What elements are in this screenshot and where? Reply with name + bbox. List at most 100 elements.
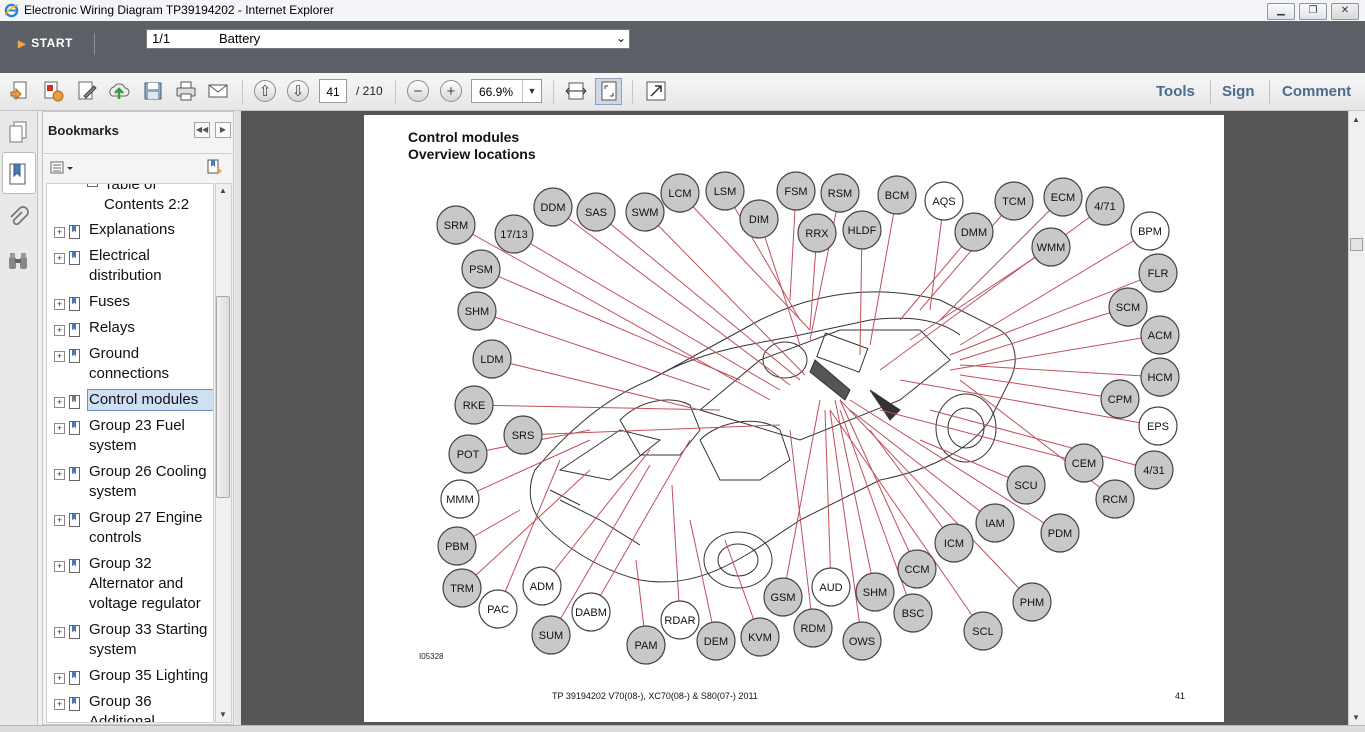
- expand-icon[interactable]: +: [54, 397, 65, 408]
- figure-id: I05328: [419, 652, 444, 661]
- start-button[interactable]: ▶ START: [18, 36, 73, 50]
- bookmark-icon: [69, 671, 80, 685]
- print-icon[interactable]: [175, 80, 197, 102]
- zoom-value: 66.9%: [479, 85, 514, 99]
- fit-width-icon[interactable]: [565, 80, 587, 102]
- pdf-page: [364, 115, 1224, 722]
- close-button[interactable]: ✕: [1331, 3, 1359, 20]
- scroll-up-icon[interactable]: ▲: [219, 186, 227, 195]
- toolbar-divider: [242, 80, 243, 104]
- restore-button[interactable]: ❐: [1299, 3, 1327, 20]
- bookmark-options-icon[interactable]: [50, 160, 74, 176]
- scroll-down-icon[interactable]: ▼: [1352, 713, 1360, 722]
- expand-bookmark-icon[interactable]: [206, 158, 224, 176]
- scroll-down-icon[interactable]: ▼: [219, 710, 227, 719]
- toolbar-divider: [553, 80, 554, 104]
- expand-icon[interactable]: +: [54, 515, 65, 526]
- internet-explorer-icon: [4, 3, 19, 18]
- select-name: Battery: [219, 31, 261, 46]
- page-thumbnails-icon[interactable]: [6, 120, 30, 144]
- bookmark-icon: [69, 559, 80, 573]
- zoom-in-icon[interactable]: +: [440, 80, 462, 102]
- bookmark-label: Group 33 Starting system: [89, 621, 208, 658]
- expand-icon[interactable]: +: [54, 299, 65, 310]
- nav-divider: [94, 33, 95, 55]
- chevron-down-icon[interactable]: ▼: [522, 80, 541, 102]
- window-title: Electronic Wiring Diagram TP39194202 - I…: [24, 3, 334, 17]
- convert-icon[interactable]: [42, 80, 64, 102]
- expand-icon[interactable]: +: [54, 253, 65, 264]
- page-footer: TP 39194202 V70(08-), XC70(08-) & S80(07…: [552, 691, 758, 701]
- expand-icon[interactable]: +: [54, 423, 65, 434]
- scroll-up-icon[interactable]: ▲: [1352, 115, 1360, 124]
- page-total: / 210: [356, 84, 383, 98]
- bookmarks-icon[interactable]: [6, 162, 30, 186]
- start-label: START: [31, 36, 73, 50]
- page-number: 41: [1175, 691, 1186, 701]
- panel-options-button[interactable]: ▶: [215, 122, 231, 138]
- bookmark-label: Group 32 Alternator and voltage regulato…: [89, 555, 201, 612]
- minimize-button[interactable]: ▁: [1267, 3, 1295, 20]
- toolbar-divider: [1210, 80, 1211, 104]
- edit-icon[interactable]: [76, 80, 98, 102]
- save-icon[interactable]: [142, 80, 164, 102]
- expand-icon[interactable]: +: [54, 351, 65, 362]
- page-up-icon[interactable]: ⇧: [254, 80, 276, 102]
- collapse-panel-button[interactable]: ◀◀: [194, 122, 210, 138]
- play-icon: ▶: [18, 39, 27, 50]
- upload-icon[interactable]: [108, 80, 130, 102]
- bookmarks-tree: Table of Contents 2:2 + Explanations + E…: [46, 183, 214, 723]
- email-icon[interactable]: [207, 80, 229, 102]
- expand-icon[interactable]: +: [54, 227, 65, 238]
- bookmark-label: Fuses: [89, 293, 130, 310]
- bookmark-icon: [69, 395, 80, 409]
- sign-link[interactable]: Sign: [1222, 83, 1255, 100]
- bookmark-label: Group 35 Lighting: [89, 667, 209, 684]
- bookmarks-scroll-thumb[interactable]: [216, 296, 230, 498]
- full-screen-icon[interactable]: [645, 80, 667, 102]
- document-scroll-thumb[interactable]: [1350, 238, 1363, 251]
- expand-icon[interactable]: +: [54, 699, 65, 710]
- bookmark-icon: [69, 625, 80, 639]
- bookmark-label: Electrical distribution: [89, 247, 162, 284]
- bookmark-label: Ground connections: [89, 345, 170, 382]
- bookmark-label: Group 26 Cooling system: [89, 463, 207, 500]
- comment-link[interactable]: Comment: [1282, 83, 1351, 100]
- bookmark-icon: [69, 421, 80, 435]
- expand-icon[interactable]: +: [54, 673, 65, 684]
- bookmark-icon: [69, 513, 80, 527]
- bookmark-icon: [69, 697, 80, 711]
- attachments-icon[interactable]: [6, 206, 30, 230]
- bookmarks-title: Bookmarks: [48, 123, 119, 138]
- bookmark-label: Explanations: [89, 221, 175, 238]
- fit-page-icon[interactable]: [598, 80, 620, 102]
- document-scrollbar[interactable]: [1348, 111, 1365, 725]
- page-select-dropdown[interactable]: 1/1 Battery ⌄: [146, 29, 630, 49]
- bookmark-icon: [69, 251, 80, 265]
- create-icon[interactable]: [9, 80, 31, 102]
- expand-icon[interactable]: +: [54, 627, 65, 638]
- tools-link[interactable]: Tools: [1156, 83, 1195, 100]
- page-number-input[interactable]: 41: [319, 79, 347, 103]
- expand-icon[interactable]: +: [54, 325, 65, 336]
- zoom-out-icon[interactable]: −: [407, 80, 429, 102]
- page-title: Control modules: [408, 129, 520, 145]
- bookmark-icon: [87, 184, 98, 187]
- page-subtitle: Overview locations: [408, 146, 536, 162]
- bookmark-label: Group 23 Fuel system: [89, 417, 185, 454]
- bookmark-icon: [69, 349, 80, 363]
- toolbar-divider: [395, 80, 396, 104]
- toolbar-divider: [632, 80, 633, 104]
- expand-icon[interactable]: +: [54, 561, 65, 572]
- toolbar-divider: [1269, 80, 1270, 104]
- select-page: 1/1: [152, 31, 171, 46]
- bookmark-label: Group 27 Engine controls: [89, 509, 203, 546]
- navigation-pane-rail: [0, 111, 38, 731]
- chevron-down-icon: ⌄: [615, 31, 626, 45]
- search-binoculars-icon[interactable]: [6, 249, 30, 273]
- zoom-level-input[interactable]: 66.9% ▼: [471, 79, 542, 103]
- window-title-bar: Electronic Wiring Diagram TP39194202 - I…: [0, 0, 1365, 22]
- expand-icon[interactable]: +: [54, 469, 65, 480]
- page-down-icon[interactable]: ⇩: [287, 80, 309, 102]
- bookmark-icon: [69, 225, 80, 239]
